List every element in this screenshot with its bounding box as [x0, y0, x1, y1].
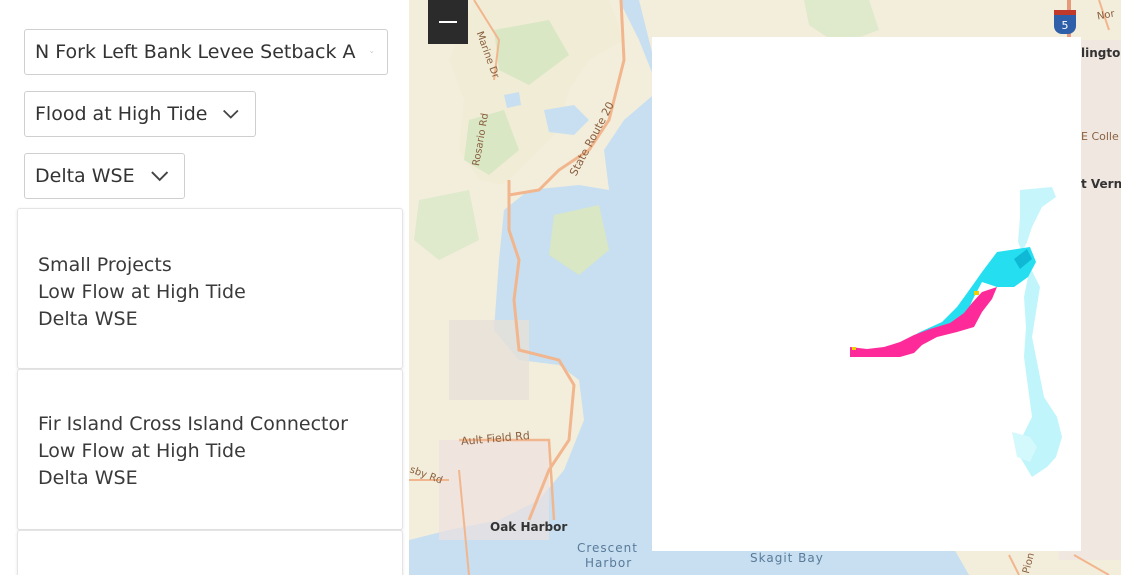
place-label: lingto — [1081, 46, 1121, 60]
scenario-select[interactable]: Flood at High Tide — [24, 91, 256, 137]
project-select[interactable]: N Fork Left Bank Levee Setback A — [24, 29, 388, 75]
water-label: Skagit Bay — [750, 551, 824, 565]
variable-select-value: Delta WSE — [35, 165, 135, 187]
result-card[interactable]: Fir Island Cross Island Connector Low Fl… — [17, 369, 403, 530]
minus-icon — [439, 21, 457, 23]
project-select-value: N Fork Left Bank Levee Setback A — [35, 41, 356, 63]
chevron-down-icon — [150, 171, 168, 182]
card-variable: Delta WSE — [38, 308, 138, 330]
interstate-shield-icon: 5 — [1054, 10, 1076, 34]
card-project-name: Small Projects — [38, 254, 172, 276]
scenario-select-value: Flood at High Tide — [35, 103, 208, 125]
place-label: t Vern — [1081, 177, 1121, 191]
place-label: Oak Harbor — [490, 520, 568, 534]
water-label: Crescent — [577, 541, 638, 555]
card-scenario: Low Flow at High Tide — [38, 281, 246, 303]
zoom-out-button[interactable] — [428, 0, 468, 44]
water-label: Harbor — [585, 556, 633, 570]
interstate-number: 5 — [1061, 19, 1069, 32]
variable-select[interactable]: Delta WSE — [24, 153, 185, 199]
flood-raster — [850, 187, 1062, 477]
card-project-name: Fir Island Cross Island Connector — [38, 413, 348, 435]
result-card[interactable] — [17, 530, 403, 575]
chevron-down-icon — [223, 109, 239, 119]
chevron-down-icon — [369, 51, 373, 53]
result-card[interactable]: Small Projects Low Flow at High Tide Del… — [17, 208, 403, 369]
side-panel: N Fork Left Bank Levee Setback A Flood a… — [0, 0, 409, 575]
card-variable: Delta WSE — [38, 467, 138, 489]
card-scenario: Low Flow at High Tide — [38, 440, 246, 462]
road-label: E Colle — [1081, 130, 1119, 143]
flood-overlay — [652, 37, 1081, 551]
